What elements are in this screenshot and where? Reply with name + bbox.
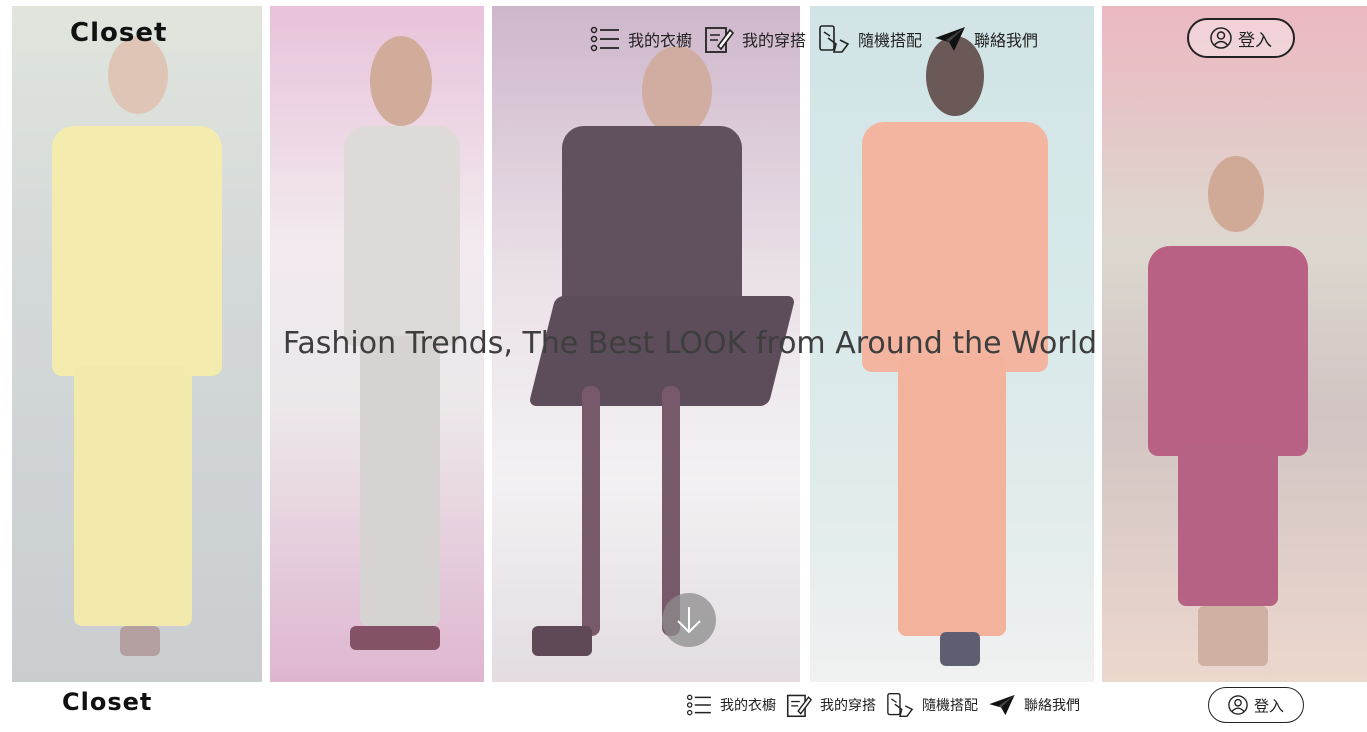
footer-nav: 我的衣櫥 我的穿搭 隨機搭配 聯絡我們 bbox=[686, 690, 1080, 720]
nav-item-label: 我的衣櫥 bbox=[720, 698, 776, 714]
footer-login-button[interactable]: 登入 bbox=[1208, 687, 1304, 723]
nav-item-label: 聯絡我們 bbox=[1024, 698, 1080, 714]
main-nav: 我的衣櫥 我的穿搭 隨機搭配 聯絡我們 bbox=[590, 22, 1038, 56]
list-icon bbox=[686, 694, 711, 716]
login-label: 登入 bbox=[1238, 30, 1272, 51]
nav-item-contact-us[interactable]: 聯絡我們 bbox=[934, 26, 1038, 52]
nav-item-label: 隨機搭配 bbox=[858, 31, 923, 50]
paper-plane-icon bbox=[989, 694, 1015, 716]
nav-item-my-outfits[interactable]: 我的穿搭 bbox=[704, 24, 806, 54]
nav-item-label: 我的穿搭 bbox=[742, 31, 807, 50]
footer-nav-item-contact-us[interactable]: 聯絡我們 bbox=[988, 694, 1080, 716]
hero-section: Fashion Trends, The Best LOOK from Aroun… bbox=[0, 0, 1367, 686]
user-circle-icon bbox=[1228, 695, 1248, 715]
nav-item-label: 我的衣櫥 bbox=[628, 31, 693, 50]
edit-icon bbox=[786, 694, 812, 718]
hero-title: Fashion Trends, The Best LOOK from Aroun… bbox=[282, 326, 1098, 361]
paper-plane-icon bbox=[935, 27, 966, 51]
nav-item-label: 我的穿搭 bbox=[820, 698, 876, 714]
edit-icon bbox=[705, 27, 735, 53]
login-button[interactable]: 登入 bbox=[1187, 18, 1295, 58]
footer-nav-item-my-closet[interactable]: 我的衣櫥 bbox=[686, 694, 776, 716]
list-icon bbox=[590, 26, 619, 52]
touch-icon bbox=[819, 25, 850, 53]
nav-item-my-closet[interactable]: 我的衣櫥 bbox=[590, 26, 692, 52]
touch-icon bbox=[887, 693, 914, 717]
nav-item-random-match[interactable]: 隨機搭配 bbox=[818, 24, 922, 54]
nav-item-label: 聯絡我們 bbox=[974, 31, 1039, 50]
scroll-down-button[interactable] bbox=[662, 593, 716, 647]
user-circle-icon bbox=[1210, 27, 1232, 49]
nav-item-label: 隨機搭配 bbox=[922, 698, 978, 714]
login-label: 登入 bbox=[1253, 696, 1284, 715]
logo[interactable]: Closet bbox=[70, 18, 167, 48]
fashion-figure bbox=[1138, 156, 1318, 676]
footer-nav-item-my-outfits[interactable]: 我的穿搭 bbox=[786, 692, 876, 718]
footer-logo[interactable]: Closet bbox=[62, 688, 152, 716]
arrow-down-icon bbox=[677, 607, 701, 634]
footer-nav-item-random-match[interactable]: 隨機搭配 bbox=[886, 692, 978, 718]
